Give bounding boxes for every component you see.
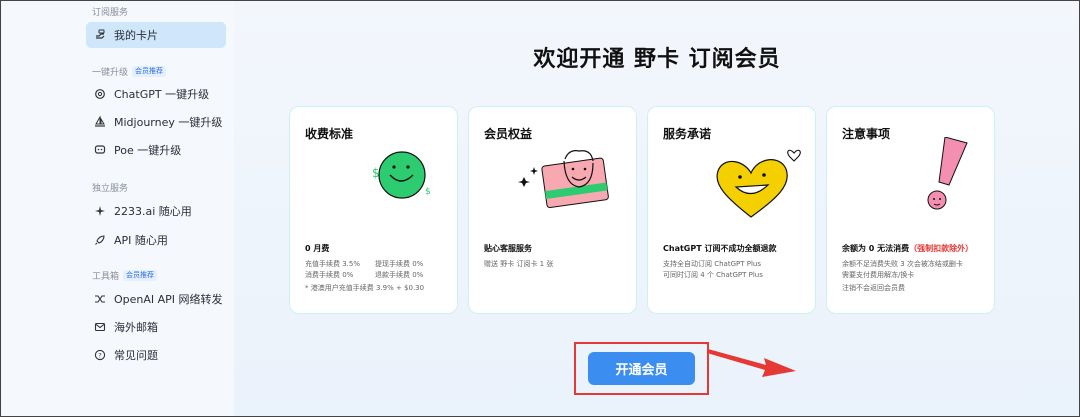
recommend-badge: 会员推荐 xyxy=(123,270,158,281)
sidebar: 订阅服务 我的卡片 一键升级 会员推荐 ChatGPT 一键升级 Midjour… xyxy=(2,1,234,416)
sidebar-item-label: ChatGPT 一键升级 xyxy=(114,88,210,101)
sidebar-item-label: API 随心用 xyxy=(114,234,168,247)
sidebar-item-api[interactable]: API 随心用 xyxy=(86,227,226,253)
svg-text:$: $ xyxy=(372,166,380,180)
sidebar-item-label: 我的卡片 xyxy=(114,29,158,42)
sidebar-item-chatgpt-upgrade[interactable]: ChatGPT 一键升级 xyxy=(86,81,226,107)
sidebar-item-overseas-mail[interactable]: 海外邮箱 xyxy=(86,314,226,340)
sidebar-item-label: 常见问题 xyxy=(114,349,158,362)
smiley-card-illustration xyxy=(518,150,609,209)
card-line: 可同时订阅 4 个 ChatGPT Plus xyxy=(663,271,763,279)
openai-icon xyxy=(94,88,106,100)
card-line: 退款手续费 0% xyxy=(375,271,424,279)
mail-icon xyxy=(94,321,106,333)
card-notice: 注意事项 余额为 0 无法消费（强制扣款除外） 余额不足消费失败 3 次会被冻结… xyxy=(826,106,995,314)
heart-smiley-illustration xyxy=(716,149,801,218)
card-note: * 港澳用户充值手续费 3.9% + $0.30 xyxy=(305,284,425,292)
card-line: 消费手续费 0% xyxy=(305,271,354,279)
question-circle-icon: ? xyxy=(94,349,106,361)
sidebar-item-poe-upgrade[interactable]: Poe 一键升级 xyxy=(86,137,226,163)
card-pricing: 收费标准 $ $ 0 月费 充值手续费 3.5% 提现手续费 0% 消费手续费 … xyxy=(289,106,458,314)
smiley-coin-illustration: $ $ xyxy=(372,151,431,199)
shuffle-icon xyxy=(94,293,106,305)
card-subtitle: ChatGPT 订阅不成功全额退款 xyxy=(663,244,777,253)
sidebar-item-label: Midjourney 一键升级 xyxy=(114,116,223,129)
sidebar-item-label: 2233.ai 随心用 xyxy=(114,205,192,218)
card-line: 充值手续费 3.5% xyxy=(305,260,361,268)
card-subtitle: 贴心客服服务 xyxy=(484,244,532,253)
group-title-upgrade: 一键升级 会员推荐 xyxy=(92,65,167,78)
sidebar-item-label: OpenAI API 网络转发 xyxy=(114,293,223,306)
svg-text:$: $ xyxy=(425,187,431,197)
card-line: 赠送 野卡 订阅卡 1 张 xyxy=(484,260,554,268)
card-subtitle: 0 月费 xyxy=(305,244,330,253)
sidebar-item-midjourney-upgrade[interactable]: Midjourney 一键升级 xyxy=(86,109,226,135)
page-title: 欢迎开通 野卡 订阅会员 xyxy=(533,47,781,72)
hand-card-icon xyxy=(94,29,106,41)
app-frame: 订阅服务 我的卡片 一键升级 会员推荐 ChatGPT 一键升级 Midjour… xyxy=(0,0,1080,417)
card-subtitle: 余额为 0 无法消费（强制扣款除外） xyxy=(842,244,974,253)
sidebar-item-faq[interactable]: ? 常见问题 xyxy=(86,342,226,368)
sidebar-item-openai-forward[interactable]: OpenAI API 网络转发 xyxy=(86,286,226,312)
card-line: 余额不足消费失败 3 次会被冻结或删卡 xyxy=(842,260,963,268)
sidebar-item-my-card[interactable]: 我的卡片 xyxy=(86,22,226,48)
rocket-icon xyxy=(94,234,106,246)
red-arrow-annotation xyxy=(707,349,796,377)
card-line: 提现手续费 0% xyxy=(375,260,424,268)
card-benefits: 会员权益 贴心客服服务 赠送 野卡 订阅卡 1 张 xyxy=(468,106,637,314)
group-title-tools: 工具箱 会员推荐 xyxy=(92,269,158,282)
sailboat-icon xyxy=(94,116,106,128)
main-content: 欢迎开通 野卡 订阅会员 收费标准 $ $ 0 月费 充值手续费 3.5% 提现… xyxy=(234,1,1079,416)
open-membership-button[interactable]: 开通会员 xyxy=(588,352,695,385)
sidebar-item-2233-ai[interactable]: 2233.ai 随心用 xyxy=(86,198,226,224)
exclamation-illustration xyxy=(927,137,968,210)
sparkle-icon xyxy=(94,205,106,217)
forced-deduction-note: （强制扣款除外） xyxy=(909,244,974,253)
card-line: 注销不会返回会员费 xyxy=(842,284,905,292)
svg-text:?: ? xyxy=(98,351,101,359)
card-line: 需要支付费用解冻/换卡 xyxy=(842,271,915,279)
card-promise: 服务承诺 ChatGPT 订阅不成功全额退款 支持全自动订阅 ChatGPT P… xyxy=(647,106,816,314)
sidebar-item-label: 海外邮箱 xyxy=(114,321,158,334)
recommend-badge: 会员推荐 xyxy=(132,66,167,77)
group-title-subscription: 订阅服务 xyxy=(92,8,129,18)
poe-chat-icon xyxy=(94,144,106,156)
sidebar-item-label: Poe 一键升级 xyxy=(114,144,182,157)
group-title-independent: 独立服务 xyxy=(92,184,129,194)
card-line: 支持全自动订阅 ChatGPT Plus xyxy=(663,260,761,268)
